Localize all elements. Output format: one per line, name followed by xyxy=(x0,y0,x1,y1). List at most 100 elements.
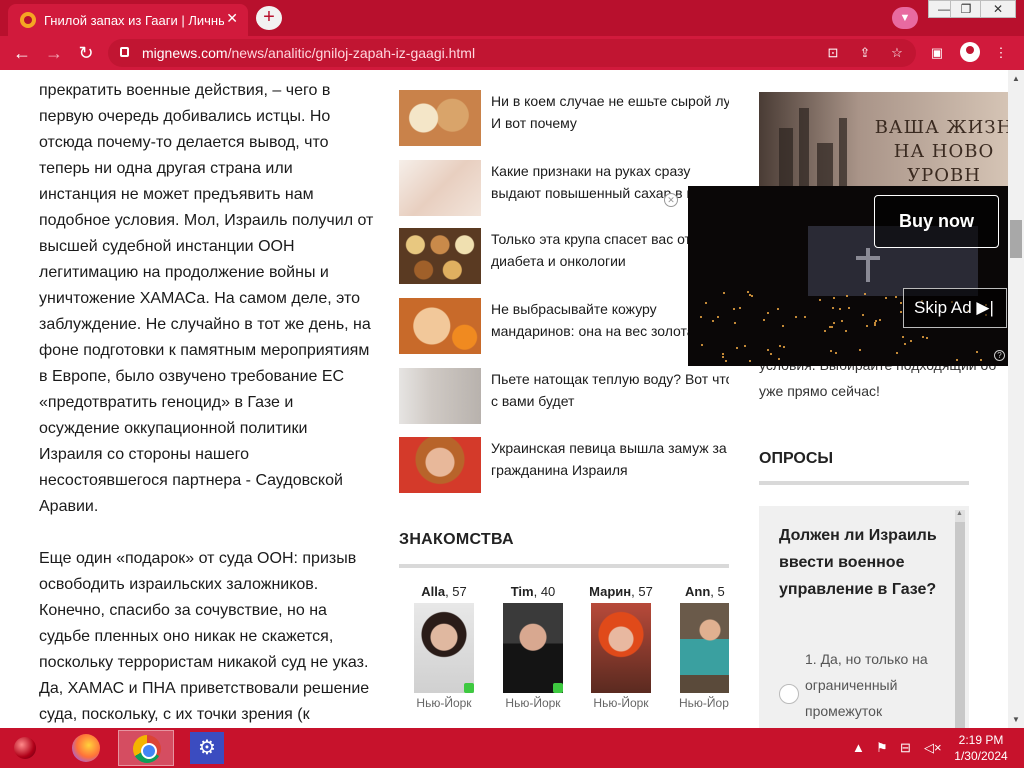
chrome-icon xyxy=(133,735,161,763)
network-icon[interactable]: ⊟ xyxy=(900,740,911,756)
gear-icon: ⚙ xyxy=(190,732,224,764)
buy-now-button[interactable]: Buy now xyxy=(874,195,999,248)
url-text[interactable]: mignews.com/news/analitic/gniloj-zapah-i… xyxy=(142,45,475,61)
news-item[interactable]: Только эта крупа спасет вас от диабета и … xyxy=(399,228,729,284)
taskbar-chrome[interactable] xyxy=(118,730,174,766)
translate-icon[interactable]: ⊡ xyxy=(824,44,842,62)
flag-icon[interactable]: ⚑ xyxy=(876,740,888,756)
dating-profile-card[interactable]: Tim, 40 Нью-Йорк xyxy=(489,584,577,710)
tab-strip: Гнилой запах из Гааги | Личный ✕ + ▼ — ❐… xyxy=(0,0,1024,36)
profile-age: , 5 xyxy=(710,584,725,599)
news-headline-line: Пьете натощак теплую воду? Вот что xyxy=(491,371,729,387)
start-button[interactable] xyxy=(8,731,44,765)
onion-thumbnail[interactable] xyxy=(399,90,481,146)
web-page: прекратить военные действия, – чего в пе… xyxy=(0,70,1008,728)
profile-city: Нью-Йорк xyxy=(593,696,649,710)
candle-light xyxy=(979,358,982,361)
candle-light xyxy=(767,311,770,314)
taskbar-firefox[interactable] xyxy=(58,730,114,766)
grains-thumbnail[interactable] xyxy=(399,228,481,284)
scroll-up-arrow-icon[interactable]: ▲ xyxy=(1012,74,1020,83)
candle-light xyxy=(834,352,837,355)
scroll-thumb[interactable] xyxy=(955,522,965,728)
profile-avatar[interactable] xyxy=(960,42,980,62)
news-headline[interactable]: Ни в коем случае не ешьте сырой лу И вот … xyxy=(491,90,729,134)
video-ad-player[interactable]: Buy now Skip Ad ▶| ? xyxy=(688,186,1008,366)
profile-photo[interactable] xyxy=(680,603,729,693)
news-item[interactable]: Какие признаки на руках сразу выдают повы… xyxy=(399,160,729,216)
profile-photo[interactable] xyxy=(591,603,651,693)
news-headline[interactable]: Украинская певица вышла замуж за граждани… xyxy=(491,437,729,481)
taskbar-settings[interactable]: ⚙ xyxy=(180,730,236,766)
volume-muted-icon[interactable]: ◁× xyxy=(924,740,942,756)
scroll-down-arrow-icon[interactable]: ▼ xyxy=(1012,715,1020,724)
news-item[interactable]: Не выбрасывайте кожуру мандаринов: она на… xyxy=(399,298,729,354)
candle-light xyxy=(862,314,865,317)
reload-button[interactable]: ↻ xyxy=(74,42,98,64)
profile-city: Нью-Йорк xyxy=(505,696,561,710)
news-headline-line: Украинская певица вышла замуж за xyxy=(491,440,727,456)
system-clock[interactable]: 2:19 PM 1/30/2024 xyxy=(948,732,1014,764)
page-scrollbar[interactable]: ▲ ▼ xyxy=(1008,70,1024,728)
candle-light xyxy=(910,339,913,342)
profile-photo[interactable] xyxy=(414,603,474,693)
menu-kebab-icon[interactable]: ⋮ xyxy=(992,44,1010,62)
ad-help-icon[interactable]: ? xyxy=(994,350,1005,361)
candle-light xyxy=(778,357,780,360)
url-path: /news/analitic/gniloj-zapah-iz-gaagi.htm… xyxy=(227,45,476,61)
restore-button[interactable]: ❐ xyxy=(950,0,982,18)
candle-light xyxy=(748,293,751,296)
water-glass-thumbnail[interactable] xyxy=(399,368,481,424)
profile-first-name: Ann xyxy=(685,584,711,599)
poll-scrollbar[interactable]: ▲ xyxy=(955,510,965,728)
online-indicator xyxy=(464,683,474,693)
tangerine-thumbnail[interactable] xyxy=(399,298,481,354)
close-window-button[interactable]: ✕ xyxy=(980,0,1016,18)
poll-option-label[interactable]: 1. Да, но только на ограниченный промежу… xyxy=(805,646,945,724)
video-frame-cross xyxy=(866,248,870,282)
poll-option-radio[interactable] xyxy=(779,684,799,704)
dating-profile-card[interactable]: Марин, 57 Нью-Йорк xyxy=(577,584,665,710)
banner-skyline xyxy=(799,108,809,198)
polls-section-title: ОПРОСЫ xyxy=(759,450,834,467)
dating-profile-card[interactable]: Ann, 5 Нью-Йорк xyxy=(666,584,729,710)
tab-search-button[interactable]: ▼ xyxy=(892,7,918,29)
active-tab[interactable]: Гнилой запах из Гааги | Личный ✕ xyxy=(8,4,248,36)
share-icon[interactable]: ⇪ xyxy=(856,44,874,62)
candle-light xyxy=(712,319,715,322)
candle-light xyxy=(722,292,725,295)
new-tab-button[interactable]: + xyxy=(256,6,282,30)
scroll-up-arrow-icon[interactable]: ▲ xyxy=(956,510,963,517)
bookmark-star-icon[interactable]: ☆ xyxy=(888,44,906,62)
back-button[interactable]: ← xyxy=(10,42,34,64)
tab-close-icon[interactable]: ✕ xyxy=(226,10,238,27)
news-item[interactable]: Ни в коем случае не ешьте сырой лу И вот … xyxy=(399,90,729,146)
hands-thumbnail[interactable] xyxy=(399,160,481,216)
candle-light xyxy=(735,346,738,349)
article-paragraph: прекратить военные действия, – чего в пе… xyxy=(39,82,374,515)
forward-button[interactable]: → xyxy=(42,42,66,64)
candle-light xyxy=(734,322,737,325)
clock-time: 2:19 PM xyxy=(958,733,1004,747)
ad-close-icon[interactable]: ✕ xyxy=(664,193,678,207)
candle-light xyxy=(769,352,772,355)
news-item[interactable]: Украинская певица вышла замуж за граждани… xyxy=(399,437,729,493)
candle-light xyxy=(847,307,850,310)
profile-photo[interactable] xyxy=(503,603,563,693)
skip-ad-button[interactable]: Skip Ad ▶| xyxy=(903,288,1007,328)
video-frame-cross xyxy=(856,256,880,260)
dating-profile-card[interactable]: Alla, 57 Нью-Йорк xyxy=(400,584,488,710)
profile-name: Марин, 57 xyxy=(577,584,665,599)
news-item[interactable]: Пьете натощак теплую воду? Вот что с вами… xyxy=(399,368,729,424)
tab-title: Гнилой запах из Гааги | Личный xyxy=(44,13,224,28)
scroll-thumb[interactable] xyxy=(1010,220,1022,258)
news-headline[interactable]: Пьете натощак теплую воду? Вот что с вами… xyxy=(491,368,729,412)
address-bar[interactable]: mignews.com/news/analitic/gniloj-zapah-i… xyxy=(108,39,916,67)
side-panel-icon[interactable]: ▣ xyxy=(928,44,946,62)
tray-chevron-icon[interactable]: ▲ xyxy=(852,740,865,756)
browser-toolbar: ← → ↻ mignews.com/news/analitic/gniloj-z… xyxy=(0,36,1024,70)
news-headline-line: гражданина Израиля xyxy=(491,462,628,478)
candle-light xyxy=(795,316,798,319)
ad-banner[interactable]: ВАША ЖИЗН НА НОВО УРОВН xyxy=(759,92,1008,198)
singer-thumbnail[interactable] xyxy=(399,437,481,493)
